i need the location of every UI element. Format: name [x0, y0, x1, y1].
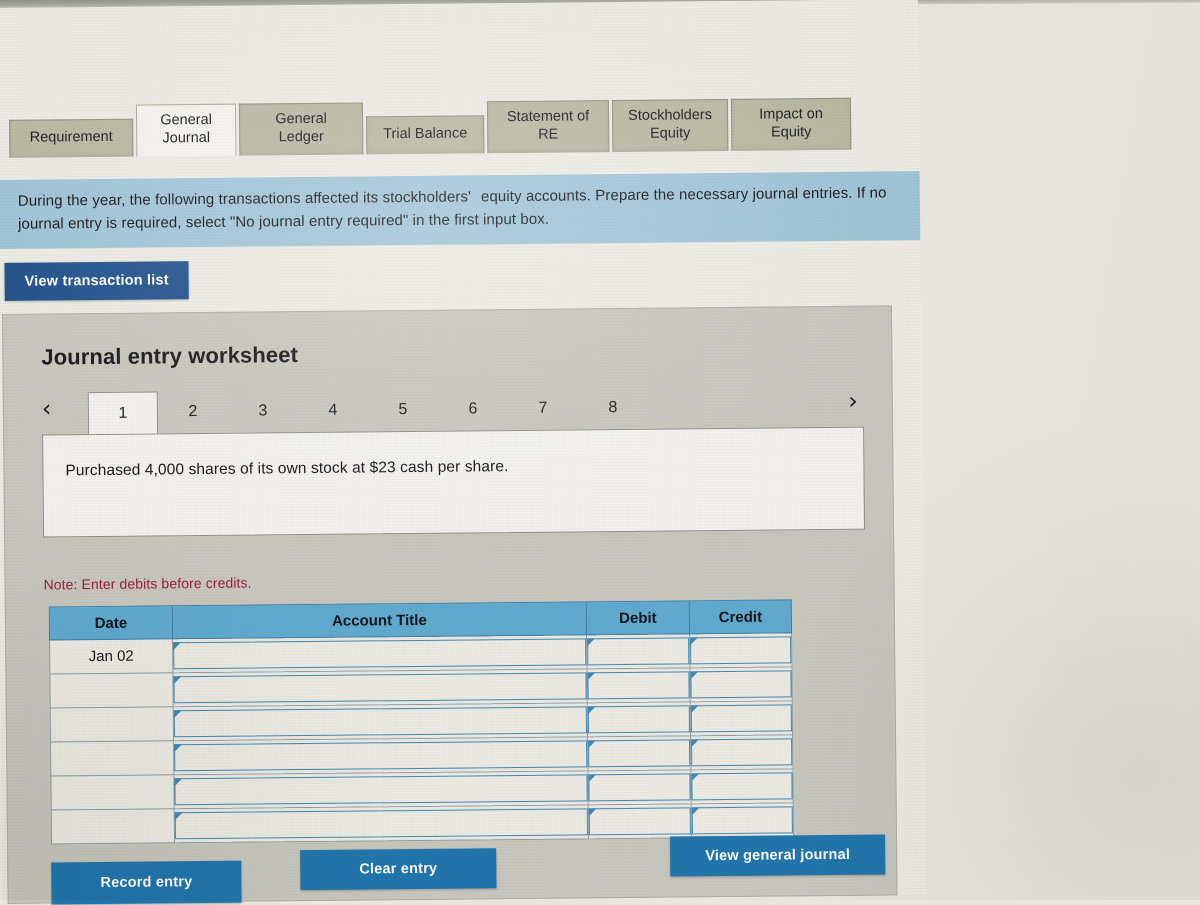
tab-stockholders-equity[interactable]: Stockholders Equity — [611, 98, 729, 153]
chevron-right-icon[interactable]: › — [848, 387, 858, 415]
worksheet-page-1[interactable]: 1 — [87, 391, 159, 435]
tab-statement-of-re[interactable]: Statement of RE — [486, 100, 610, 154]
cell-debit[interactable] — [586, 633, 690, 669]
application-content: Requirement General Journal General Ledg… — [0, 0, 927, 905]
instruction-line-2: journal entry is required, select "No jo… — [17, 210, 550, 234]
instruction-banner: During the year, the following transacti… — [0, 171, 921, 249]
cell-credit[interactable] — [689, 666, 793, 702]
credit-input[interactable] — [691, 772, 793, 801]
debit-input[interactable] — [588, 739, 691, 768]
cell-debit[interactable] — [586, 667, 691, 703]
cell-date[interactable]: Jan 02 — [49, 638, 173, 674]
view-general-journal-button[interactable]: View general journal — [669, 834, 886, 877]
account-title-input[interactable] — [173, 638, 587, 670]
column-header-debit: Debit — [586, 600, 690, 635]
cell-account-title[interactable] — [172, 634, 587, 673]
worksheet-page-3[interactable]: 3 — [228, 390, 298, 433]
worksheet-page-8[interactable]: 8 — [578, 387, 648, 430]
account-title-input[interactable] — [173, 706, 587, 738]
transaction-statement-card: Purchased 4,000 shares of its own stock … — [42, 426, 866, 538]
journal-entry-table: Date Account Title Debit Credit Jan 02 — [48, 599, 794, 845]
cell-credit[interactable] — [690, 768, 794, 804]
cell-debit[interactable] — [588, 803, 692, 839]
journal-entry-worksheet-panel: Journal entry worksheet ‹ › 1 2 3 4 5 6 … — [1, 305, 898, 905]
cell-account-title[interactable] — [174, 804, 589, 843]
debit-input[interactable] — [587, 637, 690, 666]
column-header-date: Date — [49, 605, 173, 640]
transaction-statement-text: Purchased 4,000 shares of its own stock … — [65, 458, 509, 480]
credit-input[interactable] — [691, 738, 793, 767]
worksheet-page-4[interactable]: 4 — [298, 389, 368, 432]
cell-date[interactable] — [50, 740, 174, 776]
debit-input[interactable] — [588, 807, 691, 836]
credit-input[interactable] — [690, 636, 792, 665]
cell-credit[interactable] — [690, 734, 793, 770]
tab-impact-on-equity[interactable]: Impact on Equity — [730, 97, 852, 152]
cell-account-title[interactable] — [173, 702, 588, 741]
worksheet-page-numbers: 1 2 3 4 5 6 7 8 — [87, 387, 648, 435]
cell-debit[interactable] — [587, 769, 692, 805]
column-header-account-title: Account Title — [172, 601, 587, 639]
worksheet-title: Journal entry worksheet — [41, 342, 299, 370]
cell-date[interactable] — [50, 706, 174, 742]
cell-date[interactable] — [50, 774, 175, 810]
tab-general-ledger[interactable]: General Ledger — [238, 102, 364, 157]
cell-date[interactable] — [51, 808, 175, 844]
debit-input[interactable] — [588, 773, 691, 802]
cell-account-title[interactable] — [173, 736, 588, 775]
instruction-line-1b: equity accounts. Prepare the necessary j… — [480, 184, 887, 206]
credit-input[interactable] — [691, 806, 793, 835]
worksheet-page-7[interactable]: 7 — [508, 387, 578, 430]
worksheet-page-2[interactable]: 2 — [158, 391, 228, 434]
credit-input[interactable] — [690, 670, 792, 699]
account-title-input[interactable] — [174, 808, 588, 840]
cell-account-title[interactable] — [172, 668, 588, 707]
tab-trial-balance[interactable]: Trial Balance — [366, 115, 485, 155]
record-entry-button[interactable]: Record entry — [51, 860, 242, 905]
column-header-credit: Credit — [689, 599, 792, 634]
debit-input[interactable] — [587, 705, 690, 734]
cell-credit[interactable] — [691, 802, 794, 838]
cell-credit[interactable] — [689, 632, 792, 668]
tab-general-journal[interactable]: General Journal — [135, 103, 237, 158]
chevron-left-icon[interactable]: ‹ — [42, 394, 52, 422]
clear-entry-button[interactable]: Clear entry — [300, 848, 497, 891]
worksheet-page-6[interactable]: 6 — [438, 388, 508, 431]
account-title-input[interactable] — [174, 774, 588, 806]
worksheet-page-5[interactable]: 5 — [368, 389, 438, 432]
cell-debit[interactable] — [587, 701, 691, 737]
cell-debit[interactable] — [587, 735, 691, 771]
tab-requirement[interactable]: Requirement — [9, 119, 134, 159]
account-title-input[interactable] — [173, 672, 587, 704]
module-tab-bar: Requirement General Journal General Ledg… — [9, 97, 852, 159]
view-transaction-list-button[interactable]: View transaction list — [4, 261, 189, 301]
debits-before-credits-note: Note: Enter debits before credits. — [43, 574, 252, 593]
debit-input[interactable] — [587, 671, 690, 700]
cell-date[interactable] — [49, 672, 174, 708]
cell-account-title[interactable] — [173, 770, 589, 809]
instruction-line-1a: During the year, the following transacti… — [17, 188, 472, 210]
cell-credit[interactable] — [690, 700, 793, 736]
account-title-input[interactable] — [174, 740, 588, 772]
credit-input[interactable] — [690, 704, 792, 733]
